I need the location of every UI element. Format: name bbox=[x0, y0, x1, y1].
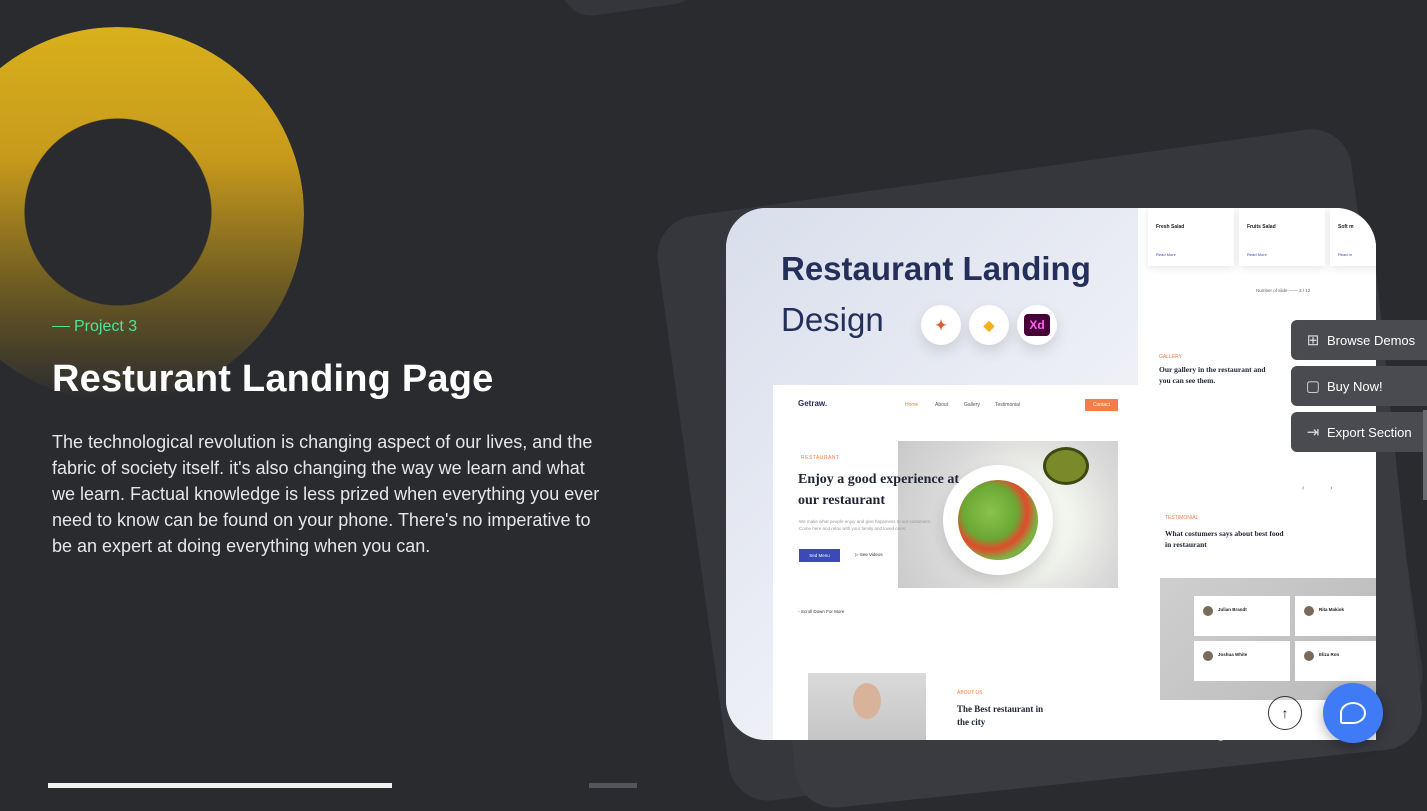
site-hero-text: We make what people enjoy and give happi… bbox=[799, 519, 932, 531]
site-logo: Getraw. bbox=[798, 399, 828, 408]
figma-icon: ✦ bbox=[921, 305, 961, 345]
avatar bbox=[1304, 606, 1314, 616]
buy-now-button[interactable]: ▢ Buy Now! bbox=[1291, 366, 1427, 406]
preview-right-panel: Fresh Salad Read More Fruits Salad Read … bbox=[1138, 208, 1376, 740]
grid-icon: ⊞ bbox=[1306, 332, 1320, 349]
chat-launcher-button[interactable] bbox=[1323, 683, 1383, 743]
slides-label: Number of slide bbox=[1256, 288, 1288, 293]
testimonial-name: Joshua White bbox=[1218, 652, 1248, 657]
scroll-to-top-button[interactable]: ↑ bbox=[1268, 696, 1302, 730]
testimonial-name: Julian Brandt bbox=[1218, 607, 1247, 612]
site-about-heading: The Best restaurant in the city bbox=[957, 704, 1044, 727]
background-shape-top bbox=[555, 0, 705, 20]
xd-icon: Xd bbox=[1017, 305, 1057, 345]
gallery-tag: GALLERY bbox=[1159, 354, 1182, 360]
avatar bbox=[1203, 651, 1213, 661]
avatar bbox=[1304, 651, 1314, 661]
testimonial-card: Julian Brandt bbox=[1194, 596, 1290, 636]
food-card-title: Fruits Salad bbox=[1247, 224, 1276, 230]
project-description: The technological revolution is changing… bbox=[52, 432, 600, 556]
testimonial-card: Rita Makiok bbox=[1295, 596, 1376, 636]
eyebrow-dash bbox=[52, 326, 70, 328]
site-video-label: See Videos bbox=[859, 552, 883, 557]
next-section-edge bbox=[48, 783, 392, 788]
site-contact-button: Contact bbox=[1085, 399, 1118, 411]
browse-demos-label: Browse Demos bbox=[1327, 332, 1416, 348]
next-section-edge-secondary bbox=[589, 783, 637, 788]
shopping-bag-icon: ▢ bbox=[1305, 378, 1321, 395]
food-card-link: Read m bbox=[1338, 252, 1353, 257]
gallery-arrows: ‹ › bbox=[1302, 485, 1345, 492]
chef-face bbox=[853, 683, 881, 719]
food-card-link: Read More bbox=[1247, 252, 1267, 257]
project-title: Resturant Landing Page bbox=[52, 358, 494, 400]
site-scroll-hint: ◦ Scroll Down For More bbox=[798, 609, 844, 614]
food-card: Fruits Salad Read More bbox=[1239, 208, 1325, 266]
export-icon: ⇥ bbox=[1306, 424, 1320, 441]
site-hero-button: Sed Menu bbox=[799, 549, 840, 562]
testimonial-heading: What costumers says about best food in r… bbox=[1165, 529, 1284, 549]
food-card-title: Soft m bbox=[1338, 224, 1354, 230]
site-nav-about: About bbox=[935, 402, 949, 408]
food-card: Fresh Salad Read More bbox=[1148, 208, 1234, 266]
site-about-tag: ABOUT US bbox=[957, 690, 983, 696]
avocado-shape bbox=[1043, 447, 1089, 485]
site-hero-heading: Enjoy a good experience at our restauran… bbox=[798, 472, 959, 508]
browse-demos-button[interactable]: ⊞ Browse Demos bbox=[1291, 320, 1427, 360]
site-video-link: ▷ See Videos bbox=[855, 552, 883, 558]
site-nav-testimonial: Testimonial bbox=[995, 402, 1021, 408]
site-nav: Getraw. Home About Gallery Testimonial C… bbox=[773, 385, 1138, 425]
project-number: Project 3 bbox=[74, 318, 138, 335]
testimonial-tag: TESTIMONIAL bbox=[1165, 515, 1199, 521]
vertical-scrollbar[interactable] bbox=[1423, 410, 1427, 500]
testimonial-card: Eliza Ron bbox=[1295, 641, 1376, 681]
food-card-link: Read More bbox=[1156, 252, 1176, 257]
chat-bubble-icon bbox=[1340, 702, 1366, 724]
slides-counter: Number of slide ―― 2 / 12 bbox=[1256, 288, 1311, 293]
testimonial-name: Rita Makiok bbox=[1319, 607, 1345, 612]
sketch-icon: ◆ bbox=[969, 305, 1009, 345]
site-nav-gallery: Gallery bbox=[964, 402, 980, 408]
export-section-label: Export Section bbox=[1327, 424, 1412, 440]
testimonial-name: Eliza Ron bbox=[1319, 652, 1340, 657]
preview-title: Restaurant Landing bbox=[781, 250, 1091, 287]
decorative-ring bbox=[0, 27, 304, 401]
preview-subtitle: Design bbox=[781, 301, 884, 338]
gallery-heading: Our gallery in the restaurant and you ca… bbox=[1159, 365, 1266, 385]
site-hero-tag: RESTAURANT bbox=[801, 455, 840, 461]
testimonial-card: Joshua White bbox=[1194, 641, 1290, 681]
food-card: Soft m Read m bbox=[1330, 208, 1376, 266]
buy-now-label: Buy Now! bbox=[1327, 378, 1383, 394]
testimonial-background: Julian Brandt Rita Makiok Joshua White E… bbox=[1160, 578, 1376, 700]
food-card-title: Fresh Salad bbox=[1156, 224, 1185, 230]
site-screenshot: Getraw. Home About Gallery Testimonial C… bbox=[773, 385, 1138, 740]
arrow-up-icon: ↑ bbox=[1281, 705, 1289, 721]
xd-label: Xd bbox=[1024, 314, 1050, 336]
project-preview-image[interactable]: Restaurant Landing Design ✦ ◆ Xd Getraw.… bbox=[726, 208, 1376, 740]
avatar bbox=[1203, 606, 1213, 616]
preview-left-panel: Restaurant Landing Design ✦ ◆ Xd Getraw.… bbox=[726, 208, 1138, 740]
site-scroll-label: Scroll Down For More bbox=[800, 609, 845, 614]
slides-count: 2 / 12 bbox=[1299, 288, 1311, 293]
site-nav-home: Home bbox=[905, 402, 919, 408]
project-eyebrow: Project 3 bbox=[52, 318, 137, 336]
export-section-button[interactable]: ⇥ Export Section bbox=[1291, 412, 1427, 452]
